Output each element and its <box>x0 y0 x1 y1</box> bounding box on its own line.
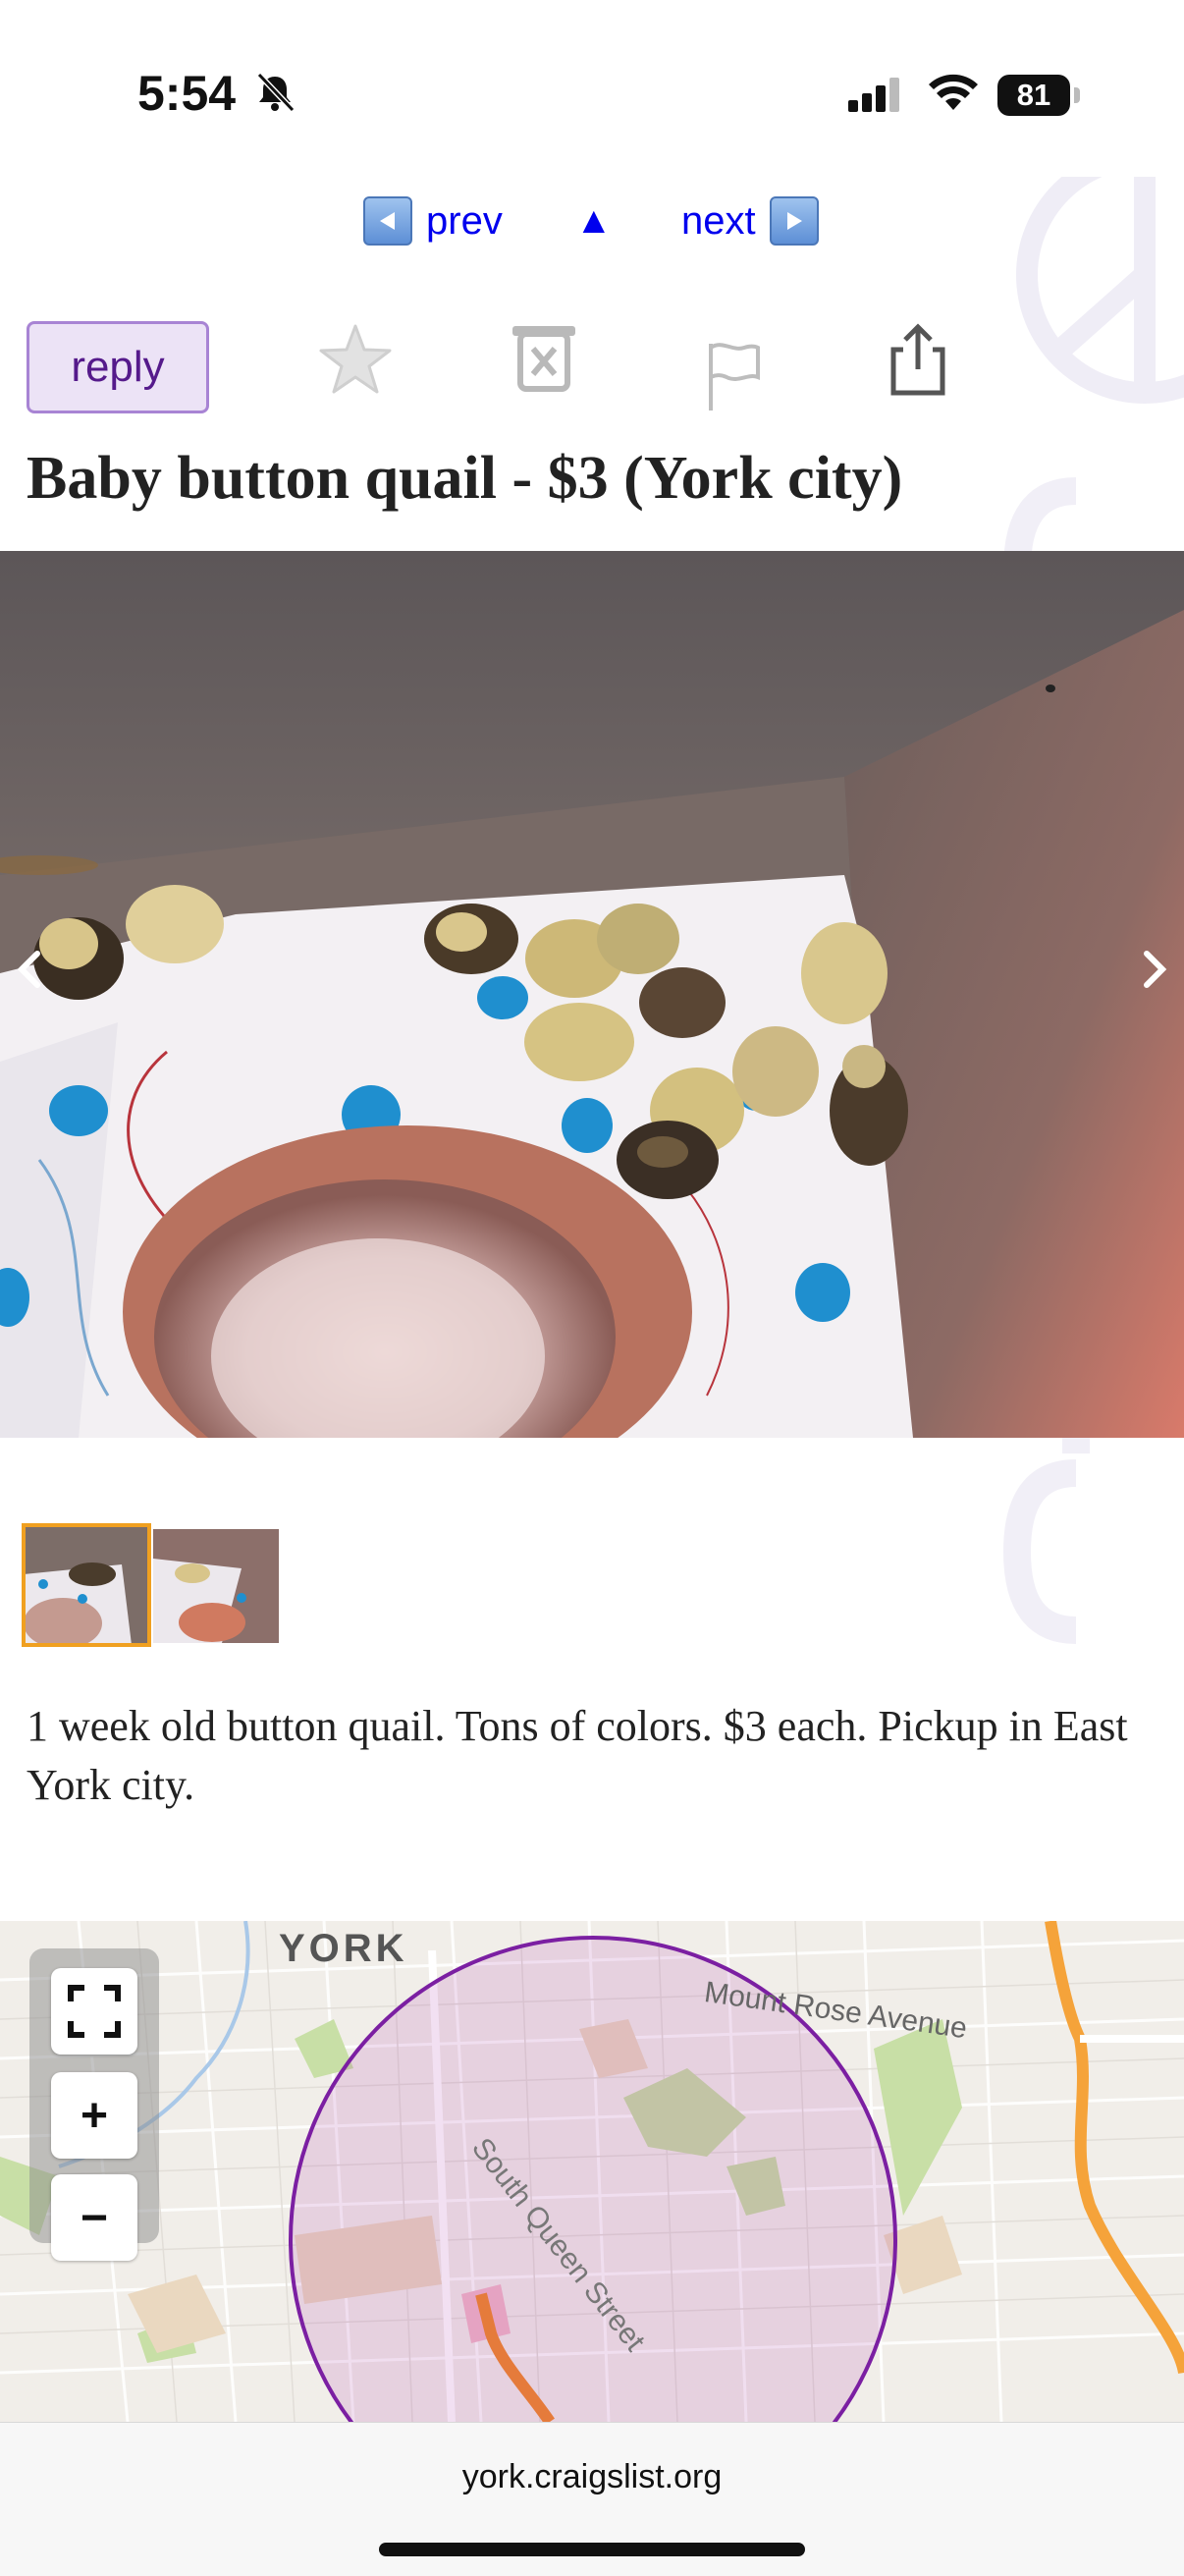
battery-icon: 81 <box>997 75 1080 116</box>
next-label: next <box>681 198 756 243</box>
fullscreen-icon <box>68 1985 121 2038</box>
fullscreen-button[interactable] <box>51 1968 137 2055</box>
thumbnail-2[interactable] <box>153 1529 279 1643</box>
map-controls: + − <box>29 1948 159 2261</box>
next-link[interactable]: next <box>681 196 819 246</box>
post-navigation: prev ▲ next <box>0 196 1184 255</box>
prev-label: prev <box>426 198 503 243</box>
url-domain[interactable]: york.craigslist.org <box>0 2458 1184 2496</box>
hide-icon[interactable] <box>505 320 583 404</box>
star-icon[interactable] <box>316 320 395 404</box>
prev-arrow-icon <box>363 196 412 246</box>
reply-button[interactable]: reply <box>27 321 209 413</box>
battery-level: 81 <box>997 75 1070 116</box>
post-toolbar: reply <box>0 320 1184 418</box>
map-label-city: YORK <box>279 1927 408 1970</box>
up-link[interactable]: ▲ <box>575 200 613 243</box>
cellular-signal-icon <box>846 77 903 117</box>
wifi-icon <box>927 71 980 119</box>
zoom-out-button[interactable]: − <box>51 2174 137 2261</box>
silent-bell-icon <box>253 71 296 119</box>
photo-next-arrow-icon[interactable] <box>1135 948 1174 996</box>
prev-link[interactable]: prev <box>363 196 503 246</box>
status-bar: 5:54 81 <box>0 0 1184 187</box>
flag-icon[interactable] <box>699 338 768 421</box>
location-map[interactable]: YORK Mount Rose Avenue South Queen Stree… <box>0 1921 1184 2422</box>
home-indicator <box>379 2543 805 2556</box>
share-icon[interactable] <box>882 320 954 404</box>
photo-prev-arrow-icon[interactable] <box>10 948 49 996</box>
post-description: 1 week old button quail. Tons of colors.… <box>27 1702 1128 1809</box>
post-title: Baby button quail - $3 (York city) <box>27 445 903 512</box>
zoom-in-button[interactable]: + <box>51 2072 137 2159</box>
browser-url-bar[interactable]: york.craigslist.org <box>0 2422 1184 2576</box>
status-time: 5:54 <box>137 66 237 121</box>
thumbnail-1[interactable] <box>22 1523 151 1647</box>
main-photo[interactable] <box>0 551 1184 1438</box>
next-arrow-icon <box>769 196 819 246</box>
